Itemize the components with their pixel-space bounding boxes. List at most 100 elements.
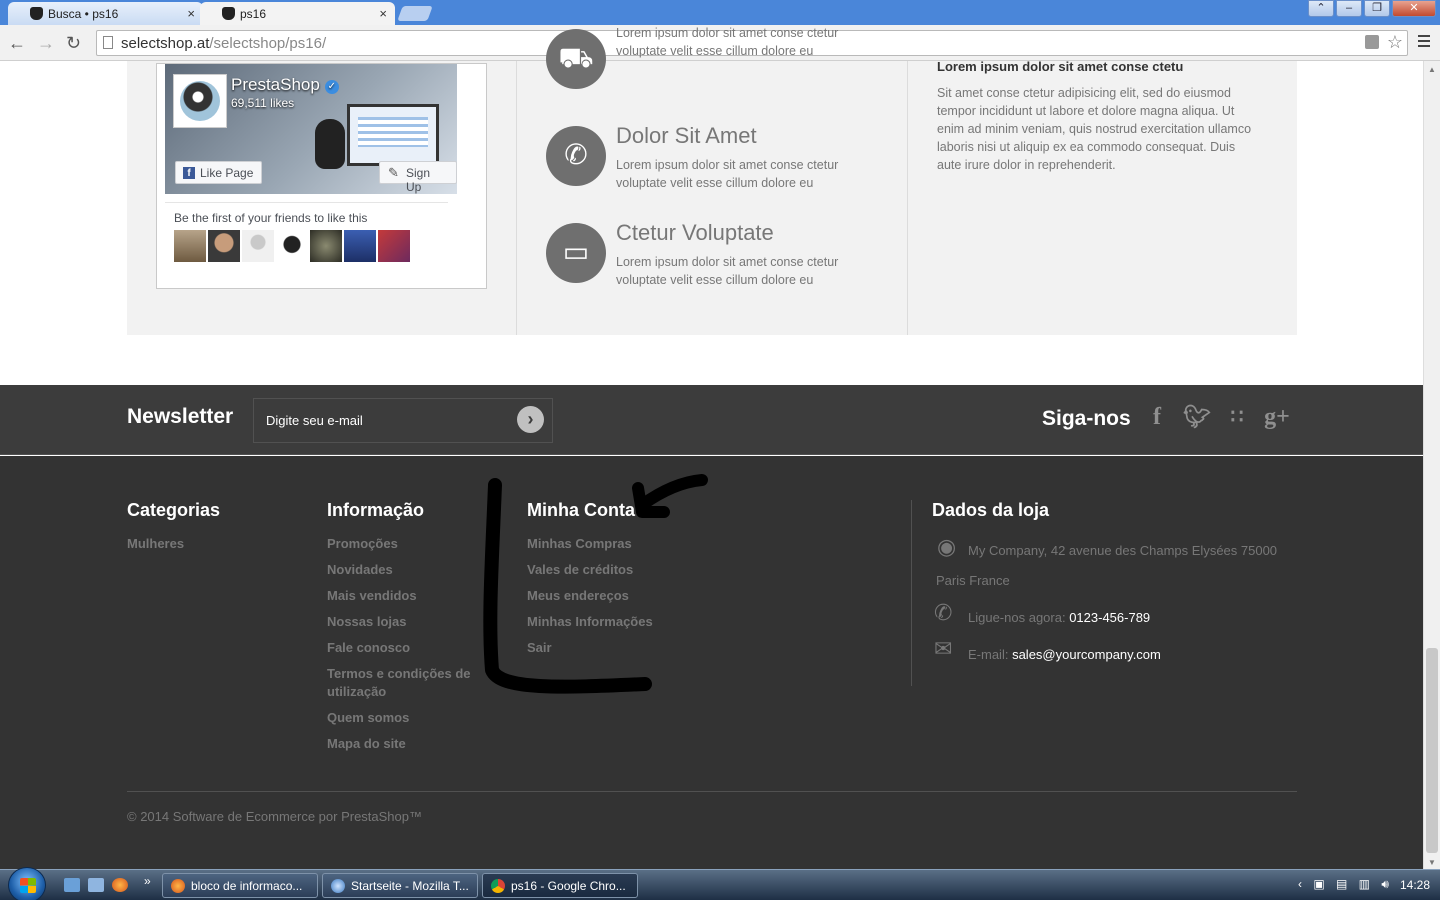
footer: Categorias Mulheres Informação Promoções… bbox=[0, 456, 1423, 869]
scroll-down-icon[interactable]: ▼ bbox=[1428, 858, 1436, 867]
twitter-icon[interactable]: 🐦︎ bbox=[1182, 404, 1212, 430]
tab-busca[interactable]: Busca • ps16 × bbox=[8, 2, 203, 25]
google-plus-icon[interactable]: g+ bbox=[1262, 404, 1292, 431]
facebook-avatar[interactable] bbox=[173, 74, 227, 128]
clock[interactable]: 14:28 bbox=[1400, 878, 1430, 892]
column-divider bbox=[516, 61, 517, 335]
windows-taskbar: » bloco de informaco... Startseite - Moz… bbox=[0, 867, 1440, 900]
taskbar-item-chrome[interactable]: ps16 - Google Chro... bbox=[482, 873, 638, 898]
facebook-friends-box: Be the first of your friends to like thi… bbox=[165, 202, 448, 276]
chrome-menu-icon[interactable] bbox=[1418, 35, 1430, 37]
cms-block-title: Lorem ipsum dolor sit amet conse ctetu bbox=[937, 59, 1184, 74]
feature-text: Lorem ipsum dolor sit amet conse ctetur … bbox=[616, 158, 839, 190]
friend-avatar[interactable] bbox=[310, 230, 342, 262]
copyright: © 2014 Software de Ecommerce por PrestaS… bbox=[127, 809, 423, 824]
like-page-button[interactable]: f Like Page bbox=[175, 161, 263, 184]
translate-icon[interactable] bbox=[1365, 35, 1379, 49]
system-tray-icons[interactable]: ‹ ▣ ▤ ▥ 🔊︎ bbox=[1298, 877, 1393, 892]
tab-close-icon[interactable]: × bbox=[379, 6, 387, 21]
bookmark-star-icon[interactable]: ☆ bbox=[1387, 32, 1403, 53]
friend-avatar[interactable] bbox=[242, 230, 274, 262]
facebook-cover: PrestaShop ✓ 69,511 likes f Like Page ✎ Sig… bbox=[165, 64, 457, 194]
footer-heading[interactable]: Minha Conta bbox=[527, 500, 687, 521]
friend-avatar[interactable] bbox=[174, 230, 206, 262]
footer-store-info: Dados da loja ◉ My Company, 42 avenue de… bbox=[932, 500, 1292, 662]
forward-icon[interactable]: → bbox=[37, 33, 55, 54]
explorer-icon[interactable] bbox=[88, 878, 104, 892]
footer-information: Informação Promoções Novidades Mais vend… bbox=[327, 500, 487, 761]
phone-icon: ✆ bbox=[934, 600, 953, 625]
footer-link[interactable]: Promoções bbox=[327, 535, 487, 553]
facebook-like-box: PrestaShop ✓ 69,511 likes f Like Page ✎ Sig… bbox=[156, 63, 487, 289]
footer-link[interactable]: Novidades bbox=[327, 561, 487, 579]
footer-link[interactable]: Quem somos bbox=[327, 709, 487, 727]
footer-my-account: Minha Conta Minhas Compras Vales de créd… bbox=[527, 500, 687, 665]
show-desktop-icon[interactable] bbox=[64, 878, 80, 892]
window-controls: ⌃ – ❐ ✕ bbox=[1308, 0, 1436, 17]
firefox-icon bbox=[171, 879, 185, 893]
footer-heading: Dados da loja bbox=[932, 500, 1050, 520]
footer-link[interactable]: Meus endereços bbox=[527, 587, 687, 605]
newsletter-bar: Newsletter › Siga-nos f 🐦︎ ∷ g+ bbox=[0, 385, 1423, 455]
sign-up-button[interactable]: ✎ Sign Up bbox=[379, 161, 457, 194]
facebook-likes-count: 69,511 likes bbox=[231, 96, 295, 110]
feature-text: Lorem ipsum dolor sit amet conse ctetur … bbox=[616, 26, 839, 58]
store-phone: Ligue-nos agora: 0123-456-789 bbox=[968, 610, 1151, 625]
maximize-button[interactable]: ❐ bbox=[1364, 0, 1390, 17]
facebook-icon[interactable]: f bbox=[1142, 404, 1172, 431]
verified-icon: ✓ bbox=[324, 80, 339, 94]
tab-close-icon[interactable]: × bbox=[187, 6, 195, 21]
friend-avatar[interactable] bbox=[276, 230, 308, 262]
quicklaunch-overflow[interactable]: » bbox=[144, 874, 151, 888]
footer-categories: Categorias Mulheres bbox=[127, 500, 287, 561]
store-address-line1: My Company, 42 avenue des Champs Elysées… bbox=[968, 543, 1278, 558]
footer-link[interactable]: Nossas lojas bbox=[327, 613, 487, 631]
footer-link[interactable]: Sair bbox=[527, 639, 687, 657]
store-divider bbox=[911, 500, 912, 686]
scroll-up-icon[interactable]: ▲ bbox=[1428, 65, 1436, 74]
footer-link[interactable]: Minhas Informações bbox=[527, 613, 687, 631]
newsletter-email-input[interactable] bbox=[253, 398, 553, 443]
tab-ps16[interactable]: ps16 × bbox=[200, 2, 395, 25]
scrollbar-thumb[interactable] bbox=[1426, 648, 1438, 853]
footer-link[interactable]: Termos e condições de utilização bbox=[327, 665, 487, 701]
store-email-link[interactable]: sales@yourcompany.com bbox=[1012, 647, 1161, 662]
reload-icon[interactable]: ↻ bbox=[66, 33, 81, 54]
feature-title: Dolor Sit Amet bbox=[616, 123, 757, 148]
feature-title: Ctetur Voluptate bbox=[616, 220, 774, 245]
store-email: E-mail: sales@yourcompany.com bbox=[968, 647, 1161, 662]
close-window-button[interactable]: ✕ bbox=[1392, 0, 1436, 17]
facebook-icon: f bbox=[183, 167, 195, 179]
start-button[interactable] bbox=[8, 867, 46, 900]
friend-avatar[interactable] bbox=[208, 230, 240, 262]
rss-icon[interactable]: ∷ bbox=[1222, 404, 1252, 429]
new-tab-button[interactable] bbox=[397, 6, 433, 21]
newsletter-title: Newsletter bbox=[127, 405, 234, 428]
footer-link[interactable]: Fale conosco bbox=[327, 639, 487, 657]
url-text: selectshop.at/selectshop/ps16/ bbox=[121, 35, 327, 52]
footer-link[interactable]: Mapa do site bbox=[327, 735, 487, 753]
user-button[interactable]: ⌃ bbox=[1308, 0, 1334, 17]
back-icon[interactable]: ← bbox=[8, 33, 26, 54]
friend-avatar[interactable] bbox=[344, 230, 376, 262]
footer-link[interactable]: Mais vendidos bbox=[327, 587, 487, 605]
footer-link[interactable]: Minhas Compras bbox=[527, 535, 687, 553]
firefox-icon[interactable] bbox=[112, 878, 128, 892]
minimize-button[interactable]: – bbox=[1336, 0, 1362, 17]
cover-screen-image bbox=[347, 104, 439, 166]
cover-mascot-image bbox=[315, 119, 345, 169]
taskbar-item-thunderbird[interactable]: Startseite - Mozilla T... bbox=[322, 873, 478, 898]
page-scrollbar[interactable]: ▲ ▼ bbox=[1423, 61, 1440, 869]
credit-card-icon: ▭ bbox=[546, 223, 606, 283]
store-phone-number[interactable]: 0123-456-789 bbox=[1069, 610, 1150, 625]
footer-heading[interactable]: Categorias bbox=[127, 500, 287, 521]
page-icon bbox=[103, 36, 113, 49]
newsletter-submit-button[interactable]: › bbox=[517, 406, 544, 433]
footer-divider bbox=[127, 791, 1297, 792]
thunderbird-icon bbox=[331, 879, 345, 893]
footer-link[interactable]: Mulheres bbox=[127, 535, 287, 553]
facebook-page-name[interactable]: PrestaShop ✓ bbox=[231, 75, 339, 95]
footer-link[interactable]: Vales de créditos bbox=[527, 561, 687, 579]
friend-avatar[interactable] bbox=[378, 230, 410, 262]
taskbar-item-firefox[interactable]: bloco de informaco... bbox=[162, 873, 318, 898]
